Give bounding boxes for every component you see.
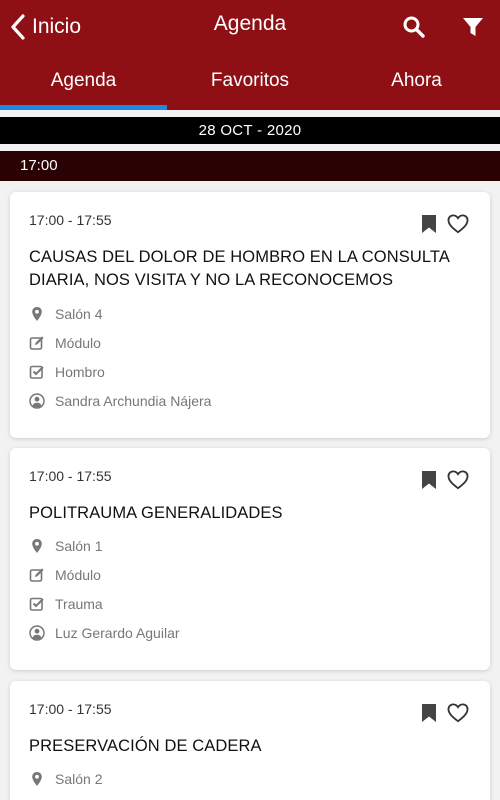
map-pin-icon <box>32 539 42 553</box>
checkbox-icon <box>29 597 44 611</box>
session-time: 17:00 - 17:55 <box>29 701 112 717</box>
chevron-left-icon <box>11 14 25 40</box>
search-icon[interactable] <box>402 15 426 39</box>
tab-bar: Agenda Favoritos Ahora <box>0 64 500 110</box>
map-pin-icon <box>32 307 42 321</box>
session-card[interactable]: 17:00 - 17:55 PRESERVACIÓN DE CADERA Sal… <box>10 681 490 800</box>
app-header: Inicio Agenda Agenda Favoritos Ahora <box>0 0 500 110</box>
room-label: Salón 2 <box>55 771 103 787</box>
room-label: Salón 1 <box>55 538 103 554</box>
session-room: Salón 2 <box>29 769 102 789</box>
filter-icon[interactable] <box>462 16 484 38</box>
heart-icon[interactable] <box>447 703 469 723</box>
speaker-label: Luz Gerardo Aguilar <box>55 625 180 641</box>
session-speaker: Luz Gerardo Aguilar <box>29 623 180 643</box>
session-room: Salón 4 <box>29 304 102 324</box>
tab-agenda[interactable]: Agenda <box>0 64 167 110</box>
session-title: POLITRAUMA GENERALIDADES <box>29 504 283 522</box>
user-circle-icon <box>29 393 45 409</box>
type-label: Módulo <box>55 335 101 351</box>
edit-icon <box>29 336 44 350</box>
tab-favoritos[interactable]: Favoritos <box>167 64 333 110</box>
session-type: Módulo <box>29 333 101 353</box>
speaker-label: Sandra Archundia Nájera <box>55 393 212 409</box>
room-label: Salón 4 <box>55 306 103 322</box>
session-room: Salón 1 <box>29 536 102 556</box>
time-group-header: 17:00 <box>0 151 500 181</box>
session-card[interactable]: 17:00 - 17:55 CAUSAS DEL DOLOR DE HOMBRO… <box>10 192 490 438</box>
session-time: 17:00 - 17:55 <box>29 212 112 228</box>
topic-label: Hombro <box>55 364 105 380</box>
user-circle-icon <box>29 625 45 641</box>
page-title: Agenda <box>213 12 287 35</box>
session-title: PRESERVACIÓN DE CADERA <box>29 737 262 755</box>
session-topic: Hombro <box>29 362 105 382</box>
type-label: Módulo <box>55 567 101 583</box>
tab-ahora[interactable]: Ahora <box>333 64 500 110</box>
bookmark-icon[interactable] <box>422 471 436 489</box>
session-speaker: Sandra Archundia Nájera <box>29 391 211 411</box>
topic-label: Trauma <box>55 596 103 612</box>
bookmark-icon[interactable] <box>422 704 436 722</box>
date-header: 28 OCT - 2020 <box>0 117 500 144</box>
edit-icon <box>29 568 44 582</box>
map-pin-icon <box>32 772 42 786</box>
back-button[interactable]: Inicio <box>10 10 81 44</box>
heart-icon[interactable] <box>447 214 469 234</box>
checkbox-icon <box>29 365 44 379</box>
session-topic: Trauma <box>29 594 103 614</box>
back-label: Inicio <box>32 15 82 38</box>
session-card[interactable]: 17:00 - 17:55 POLITRAUMA GENERALIDADES S… <box>10 448 490 670</box>
session-time: 17:00 - 17:55 <box>29 468 112 484</box>
session-title: CAUSAS DEL DOLOR DE HOMBRO EN LA CONSULT… <box>29 248 450 289</box>
session-type: Módulo <box>29 565 101 585</box>
heart-icon[interactable] <box>447 470 469 490</box>
bookmark-icon[interactable] <box>422 215 436 233</box>
